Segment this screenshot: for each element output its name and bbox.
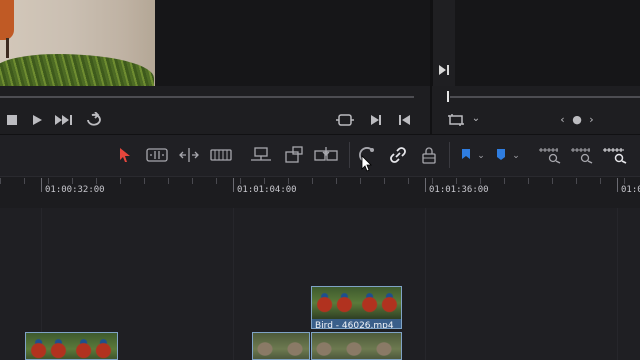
lock-icon bbox=[422, 147, 436, 164]
stop-icon bbox=[7, 115, 17, 125]
ruler-major-tick bbox=[233, 178, 234, 192]
position-lock-button[interactable] bbox=[422, 146, 436, 164]
dynamic-trim-icon bbox=[179, 148, 199, 162]
replace-clip-button[interactable] bbox=[314, 146, 338, 164]
timeline-grid-line bbox=[617, 208, 618, 360]
next-edit-button[interactable] bbox=[398, 113, 412, 127]
previous-edit-icon bbox=[371, 115, 381, 125]
ruler-timecode: 01:01:36:00 bbox=[429, 185, 489, 195]
bird-leg-image-part bbox=[6, 38, 9, 58]
timeline-scrubber[interactable] bbox=[450, 96, 640, 98]
clip-name-label: Bird - 46026.mp4 bbox=[312, 319, 401, 328]
overwrite-clip-button[interactable] bbox=[284, 146, 304, 164]
next-edit-icon bbox=[399, 115, 410, 125]
moss-image-part bbox=[0, 54, 154, 86]
flag-button[interactable] bbox=[460, 147, 472, 163]
ruler-major-tick bbox=[617, 178, 618, 192]
timeline-viewer bbox=[433, 0, 640, 86]
flag-chevron-icon[interactable]: ⌄ bbox=[476, 147, 486, 163]
zoom-ruler-icon bbox=[539, 148, 561, 164]
custom-zoom-button[interactable] bbox=[602, 146, 628, 164]
fast-forward-icon bbox=[55, 115, 72, 125]
flag-icon bbox=[462, 149, 470, 159]
timeline-clip[interactable] bbox=[252, 332, 310, 360]
stop-button[interactable] bbox=[6, 114, 18, 126]
viewer-preview-image bbox=[0, 0, 155, 86]
timeline-grid-line bbox=[425, 208, 426, 360]
play-button[interactable] bbox=[30, 113, 44, 127]
crop-icon bbox=[448, 114, 464, 126]
crop-chevron-icon[interactable]: ⌄ bbox=[470, 112, 482, 128]
loop-button[interactable] bbox=[84, 111, 104, 128]
zoom-ruler-icon bbox=[603, 148, 627, 164]
match-frame-button[interactable] bbox=[336, 112, 354, 128]
trim-edit-mode-button[interactable] bbox=[146, 147, 168, 163]
ruler-major-tick bbox=[41, 178, 42, 192]
previous-edit-button[interactable] bbox=[368, 113, 382, 127]
ruler-timecode: 01:00:32:00 bbox=[45, 185, 105, 195]
detail-zoom-button[interactable] bbox=[570, 146, 594, 164]
insert-clip-button[interactable] bbox=[250, 146, 272, 164]
mouse-cursor-icon bbox=[361, 155, 373, 173]
toolbar-separator bbox=[349, 142, 350, 168]
play-icon bbox=[33, 115, 42, 125]
clip-thumbnail bbox=[26, 333, 117, 359]
ruler-major-tick bbox=[425, 178, 426, 192]
timeline-clip-bird[interactable]: Bird - 46026.mp4 bbox=[311, 286, 402, 329]
linked-selection-button[interactable] bbox=[389, 146, 407, 164]
marker-button[interactable] bbox=[495, 147, 507, 163]
timeline-clip[interactable] bbox=[311, 332, 402, 360]
last-frame-icon[interactable] bbox=[438, 64, 450, 78]
toolbar-separator bbox=[449, 142, 450, 168]
blade-icon bbox=[210, 149, 232, 161]
trim-icon bbox=[146, 148, 168, 162]
replace-clip-icon bbox=[314, 147, 338, 161]
link-icon bbox=[390, 147, 406, 163]
clip-thumbnail bbox=[312, 287, 401, 319]
match-frame-icon bbox=[336, 114, 354, 126]
overwrite-clip-icon bbox=[285, 146, 303, 163]
transport-divider bbox=[430, 86, 432, 134]
clip-thumbnail bbox=[312, 333, 401, 359]
insert-clip-icon bbox=[251, 147, 271, 161]
fast-forward-button[interactable] bbox=[54, 113, 74, 127]
ruler-timecode: 01:02 bbox=[621, 185, 640, 195]
full-extent-zoom-button[interactable] bbox=[538, 146, 562, 164]
timeline-grid-line bbox=[233, 208, 234, 360]
crop-button[interactable] bbox=[448, 112, 464, 128]
clip-thumbnail bbox=[253, 333, 309, 359]
marker-chevron-icon[interactable]: ⌄ bbox=[511, 147, 521, 163]
marker-icon bbox=[497, 149, 505, 160]
timeline-clip[interactable] bbox=[25, 332, 118, 360]
loop-icon bbox=[87, 111, 101, 126]
scrubber-playhead[interactable] bbox=[447, 91, 449, 102]
zoom-ruler-icon bbox=[571, 148, 593, 164]
ruler-timecode: 01:01:04:00 bbox=[237, 185, 297, 195]
source-scrubber[interactable] bbox=[0, 96, 414, 98]
dynamic-trim-mode-button[interactable] bbox=[178, 147, 200, 163]
pointer-icon bbox=[120, 148, 130, 162]
blade-edit-mode-button[interactable] bbox=[210, 147, 232, 163]
ruler-minor-ticks bbox=[0, 178, 640, 184]
selection-mode-button[interactable] bbox=[118, 147, 132, 163]
jog-control[interactable]: ‹ ● › bbox=[560, 113, 596, 127]
bird-image-part bbox=[0, 0, 14, 40]
